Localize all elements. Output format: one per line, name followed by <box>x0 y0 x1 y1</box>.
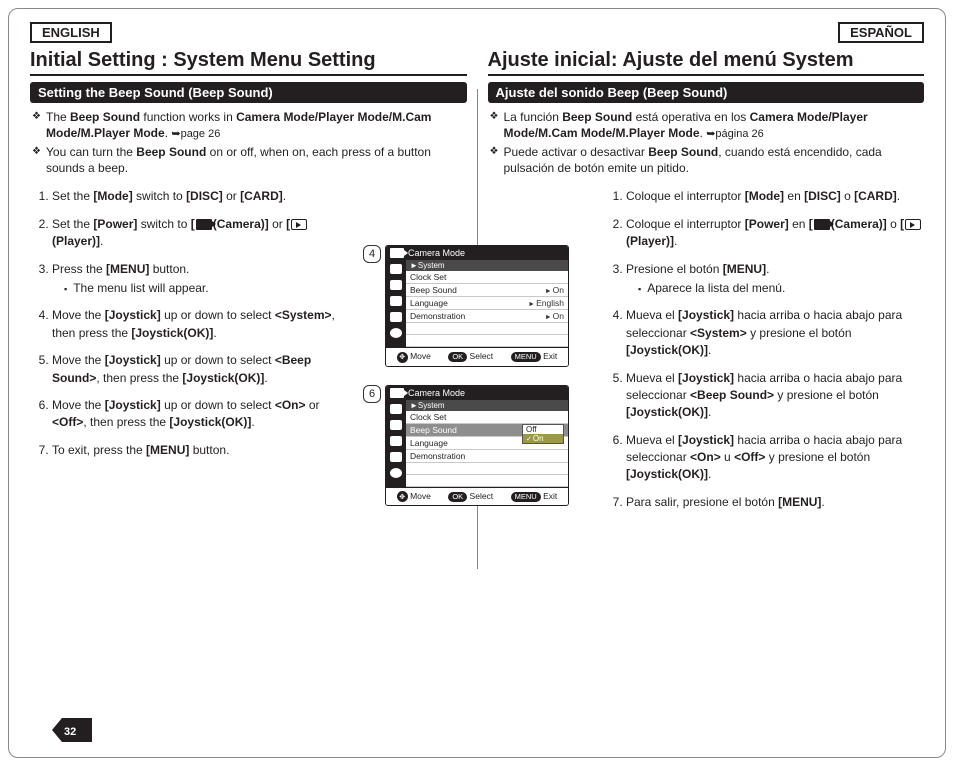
ok-pill: OK <box>448 352 467 362</box>
osd-screen-6: Camera Mode ►System Clock Set Beep Sound… <box>385 385 569 507</box>
es-step-6: Mueva el [Joystick] hacia arriba o hacia… <box>626 432 924 484</box>
camera-icon <box>390 248 404 258</box>
osd-title: Camera Mode <box>408 248 465 258</box>
text: Beep Sound <box>136 145 206 159</box>
es-step-3-sub: Aparece la lista del menú. <box>638 280 924 297</box>
play-icon <box>905 219 921 230</box>
en-step-3: Press the [MENU] button. The menu list w… <box>52 261 350 298</box>
move-icon: ✥ <box>397 491 408 502</box>
camera-small-icon <box>390 280 402 290</box>
footer-move: Move <box>410 491 431 501</box>
en-step-4: Move the [Joystick] up or down to select… <box>52 307 350 342</box>
osd-sidebar <box>386 260 406 347</box>
ok-pill: OK <box>448 492 467 502</box>
osd-options-popup: Off On <box>522 424 564 444</box>
move-icon: ✥ <box>397 352 408 363</box>
footer-move: Move <box>410 351 431 361</box>
step-badge-6: 6 <box>363 385 381 403</box>
en-step-3-sub: The menu list will appear. <box>64 280 350 297</box>
menu-pill: MENU <box>511 492 541 502</box>
osd-screen-4: Camera Mode ►System Clock Set Beep Sound… <box>385 245 569 367</box>
osd-menu: ►System Clock Set Beep SoundOn LanguageE… <box>406 260 568 347</box>
en-steps: Set the [Mode] switch to [DISC] or [CARD… <box>30 188 350 459</box>
display-icon <box>390 452 402 462</box>
en-bullets: The Beep Sound function works in Camera … <box>32 109 467 176</box>
osd-row-demo: DemonstrationOn <box>406 310 568 323</box>
es-step-7: Para salir, presione el botón [MENU]. <box>626 494 924 511</box>
disc-icon <box>390 436 402 446</box>
footer-exit: Exit <box>543 491 557 501</box>
en-section-title: Initial Setting : System Menu Setting <box>30 49 467 76</box>
camera-icon <box>196 219 212 230</box>
osd-breadcrumb: ►System <box>406 260 568 271</box>
osd-row-blank <box>406 475 568 487</box>
text: function works in <box>140 110 236 124</box>
osd-row-blank <box>406 323 568 335</box>
es-step-5: Mueva el [Joystick] hacia arriba o hacia… <box>626 370 924 422</box>
osd-row-clock: Clock Set <box>406 271 568 284</box>
lang-spanish-tag: ESPAÑOL <box>838 22 924 43</box>
camera-small-icon <box>390 420 402 430</box>
osd-footer: ✥ Move OK Select MENU Exit <box>386 347 568 366</box>
en-subhead: Setting the Beep Sound (Beep Sound) <box>30 82 467 103</box>
osd-menu: ►System Clock Set Beep Sound Language De… <box>406 400 568 487</box>
osd-row-beep: Beep SoundOn <box>406 284 568 297</box>
step-badge-4: 4 <box>363 245 381 263</box>
en-step-2: Set the [Power] switch to [(Camera)] or … <box>52 216 350 251</box>
lang-english-tag: ENGLISH <box>30 22 112 43</box>
page-ref: ➥page 26 <box>171 128 220 140</box>
osd-figures: 4 Camera Mode ►System Clock Set Beep Sou… <box>372 245 582 506</box>
es-subhead: Ajuste del sonido Beep (Beep Sound) <box>488 82 925 103</box>
osd-breadcrumb: ►System <box>406 400 568 411</box>
osd-row-blank <box>406 463 568 475</box>
footer-select: Select <box>470 351 494 361</box>
osd-row-blank <box>406 335 568 347</box>
en-step-5: Move the [Joystick] up or down to select… <box>52 352 350 387</box>
display-icon <box>390 312 402 322</box>
osd-titlebar: Camera Mode <box>386 386 568 400</box>
tape-icon <box>390 264 402 274</box>
es-steps: Coloque el interruptor [Mode] en [DISC] … <box>604 188 924 511</box>
osd-row-clock: Clock Set <box>406 411 568 424</box>
footer-select: Select <box>470 491 494 501</box>
gear-icon <box>390 468 402 478</box>
play-icon <box>291 219 307 230</box>
en-step-1: Set the [Mode] switch to [DISC] or [CARD… <box>52 188 350 205</box>
en-step-6: Move the [Joystick] up or down to select… <box>52 397 350 432</box>
camera-icon <box>814 219 830 230</box>
osd-footer: ✥ Move OK Select MENU Exit <box>386 487 568 506</box>
osd-row-lang: LanguageEnglish <box>406 297 568 310</box>
text: The <box>46 110 70 124</box>
osd-option-on: On <box>523 434 563 443</box>
es-step-4: Mueva el [Joystick] hacia arriba o hacia… <box>626 307 924 359</box>
text: You can turn the <box>46 145 136 159</box>
en-bullet-1: The Beep Sound function works in Camera … <box>46 109 467 142</box>
camera-icon <box>390 388 404 398</box>
es-bullet-1: La función Beep Sound está operativa en … <box>504 109 925 142</box>
osd-titlebar: Camera Mode <box>386 246 568 260</box>
es-section-title: Ajuste inicial: Ajuste del menú System <box>488 49 925 76</box>
language-row: ENGLISH ESPAÑOL <box>30 22 924 43</box>
es-step-1: Coloque el interruptor [Mode] en [DISC] … <box>626 188 924 205</box>
osd-title: Camera Mode <box>408 388 465 398</box>
es-step-2: Coloque el interruptor [Power] en [(Came… <box>626 216 924 251</box>
page-number: 32 <box>64 726 76 738</box>
es-bullet-2: Puede activar o desactivar Beep Sound, c… <box>504 144 925 176</box>
text: Beep Sound <box>70 110 140 124</box>
en-step-7: To exit, press the [MENU] button. <box>52 442 350 459</box>
tape-icon <box>390 404 402 414</box>
osd-option-off: Off <box>523 425 563 434</box>
footer-exit: Exit <box>543 351 557 361</box>
es-bullets: La función Beep Sound está operativa en … <box>490 109 925 176</box>
osd-row-demo: Demonstration <box>406 450 568 463</box>
en-bullet-2: You can turn the Beep Sound on or off, w… <box>46 144 467 176</box>
gear-icon <box>390 328 402 338</box>
osd-figure-6: 6 Camera Mode ►System Clock Set Beep Sou… <box>385 385 569 507</box>
es-step-3: Presione el botón [MENU]. Aparece la lis… <box>626 261 924 298</box>
disc-icon <box>390 296 402 306</box>
osd-figure-4: 4 Camera Mode ►System Clock Set Beep Sou… <box>385 245 569 367</box>
osd-sidebar <box>386 400 406 487</box>
menu-pill: MENU <box>511 352 541 362</box>
page-ref: ➥página 26 <box>706 128 764 140</box>
